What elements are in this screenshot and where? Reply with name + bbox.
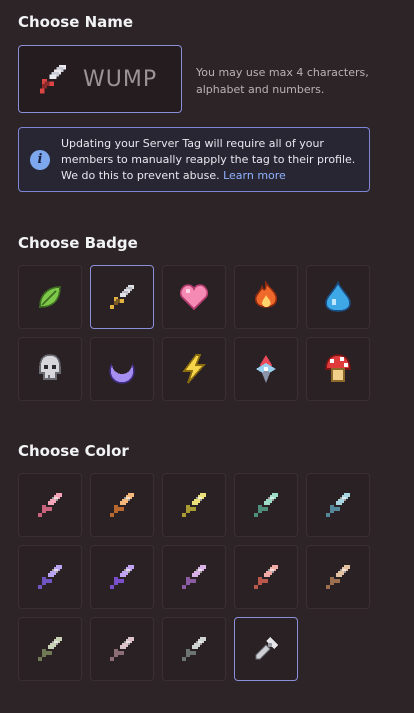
water-drop-icon: [325, 281, 351, 312]
tag-reapply-notice: i Updating your Server Tag will require …: [18, 127, 370, 192]
badge-option-skull[interactable]: [18, 337, 82, 401]
badge-grid: [18, 265, 374, 401]
color-option-salmon[interactable]: [234, 545, 298, 609]
badge-option-crystal[interactable]: [234, 337, 298, 401]
tag-name-hint: You may use max 4 characters, alphabet a…: [196, 66, 369, 96]
lavender-sword-icon: [38, 565, 62, 589]
rosy-gray-sword-icon: [110, 637, 134, 661]
choose-badge-title: Choose Badge: [18, 234, 138, 252]
leaf-icon: [39, 286, 61, 308]
info-icon: i: [30, 150, 50, 170]
badge-option-water-drop[interactable]: [306, 265, 370, 329]
badge-option-fire[interactable]: [234, 265, 298, 329]
tag-name-box: [18, 45, 182, 113]
salmon-sword-icon: [254, 565, 278, 589]
custom-color-picker-icon: [255, 637, 278, 660]
badge-option-crescent-moon[interactable]: [90, 337, 154, 401]
gray-sword-icon: [182, 637, 206, 661]
badge-option-sword[interactable]: [90, 265, 154, 329]
tag-name-input[interactable]: [83, 66, 173, 92]
color-option-gray[interactable]: [162, 617, 226, 681]
color-option-light-blue[interactable]: [306, 473, 370, 537]
heart-icon: [179, 284, 209, 311]
color-grid: [18, 473, 374, 681]
custom-color-button[interactable]: [234, 617, 298, 681]
badge-option-heart[interactable]: [162, 265, 226, 329]
yellow-sword-icon: [182, 493, 206, 517]
color-option-mauve[interactable]: [162, 545, 226, 609]
choose-name-title: Choose Name: [18, 13, 134, 31]
crescent-moon-icon: [109, 354, 135, 384]
color-option-orange[interactable]: [90, 473, 154, 537]
badge-option-lightning[interactable]: [162, 337, 226, 401]
pink-sword-icon: [38, 493, 62, 517]
violet-sword-icon: [110, 565, 134, 589]
fire-icon: [254, 281, 278, 308]
mauve-sword-icon: [182, 565, 206, 589]
learn-more-link[interactable]: Learn more: [223, 169, 286, 182]
badge-option-leaf[interactable]: [18, 265, 82, 329]
teal-sword-icon: [254, 493, 278, 517]
badge-option-mushroom[interactable]: [306, 337, 370, 401]
crystal-icon: [256, 355, 276, 383]
color-option-teal[interactable]: [234, 473, 298, 537]
color-option-violet[interactable]: [90, 545, 154, 609]
color-option-yellow[interactable]: [162, 473, 226, 537]
color-option-rosy-gray[interactable]: [90, 617, 154, 681]
notice-text: Updating your Server Tag will require al…: [61, 137, 356, 182]
lightning-icon: [182, 354, 206, 384]
color-option-pink[interactable]: [18, 473, 82, 537]
sword-icon: [39, 64, 66, 94]
sword-icon: [110, 285, 134, 309]
olive-sword-icon: [38, 637, 62, 661]
mushroom-icon: [325, 354, 351, 382]
tan-sword-icon: [326, 565, 350, 589]
choose-color-title: Choose Color: [18, 442, 129, 460]
light-blue-sword-icon: [326, 493, 350, 517]
skull-icon: [39, 354, 61, 380]
color-option-olive[interactable]: [18, 617, 82, 681]
color-option-tan[interactable]: [306, 545, 370, 609]
color-option-lavender[interactable]: [18, 545, 82, 609]
orange-sword-icon: [110, 493, 134, 517]
